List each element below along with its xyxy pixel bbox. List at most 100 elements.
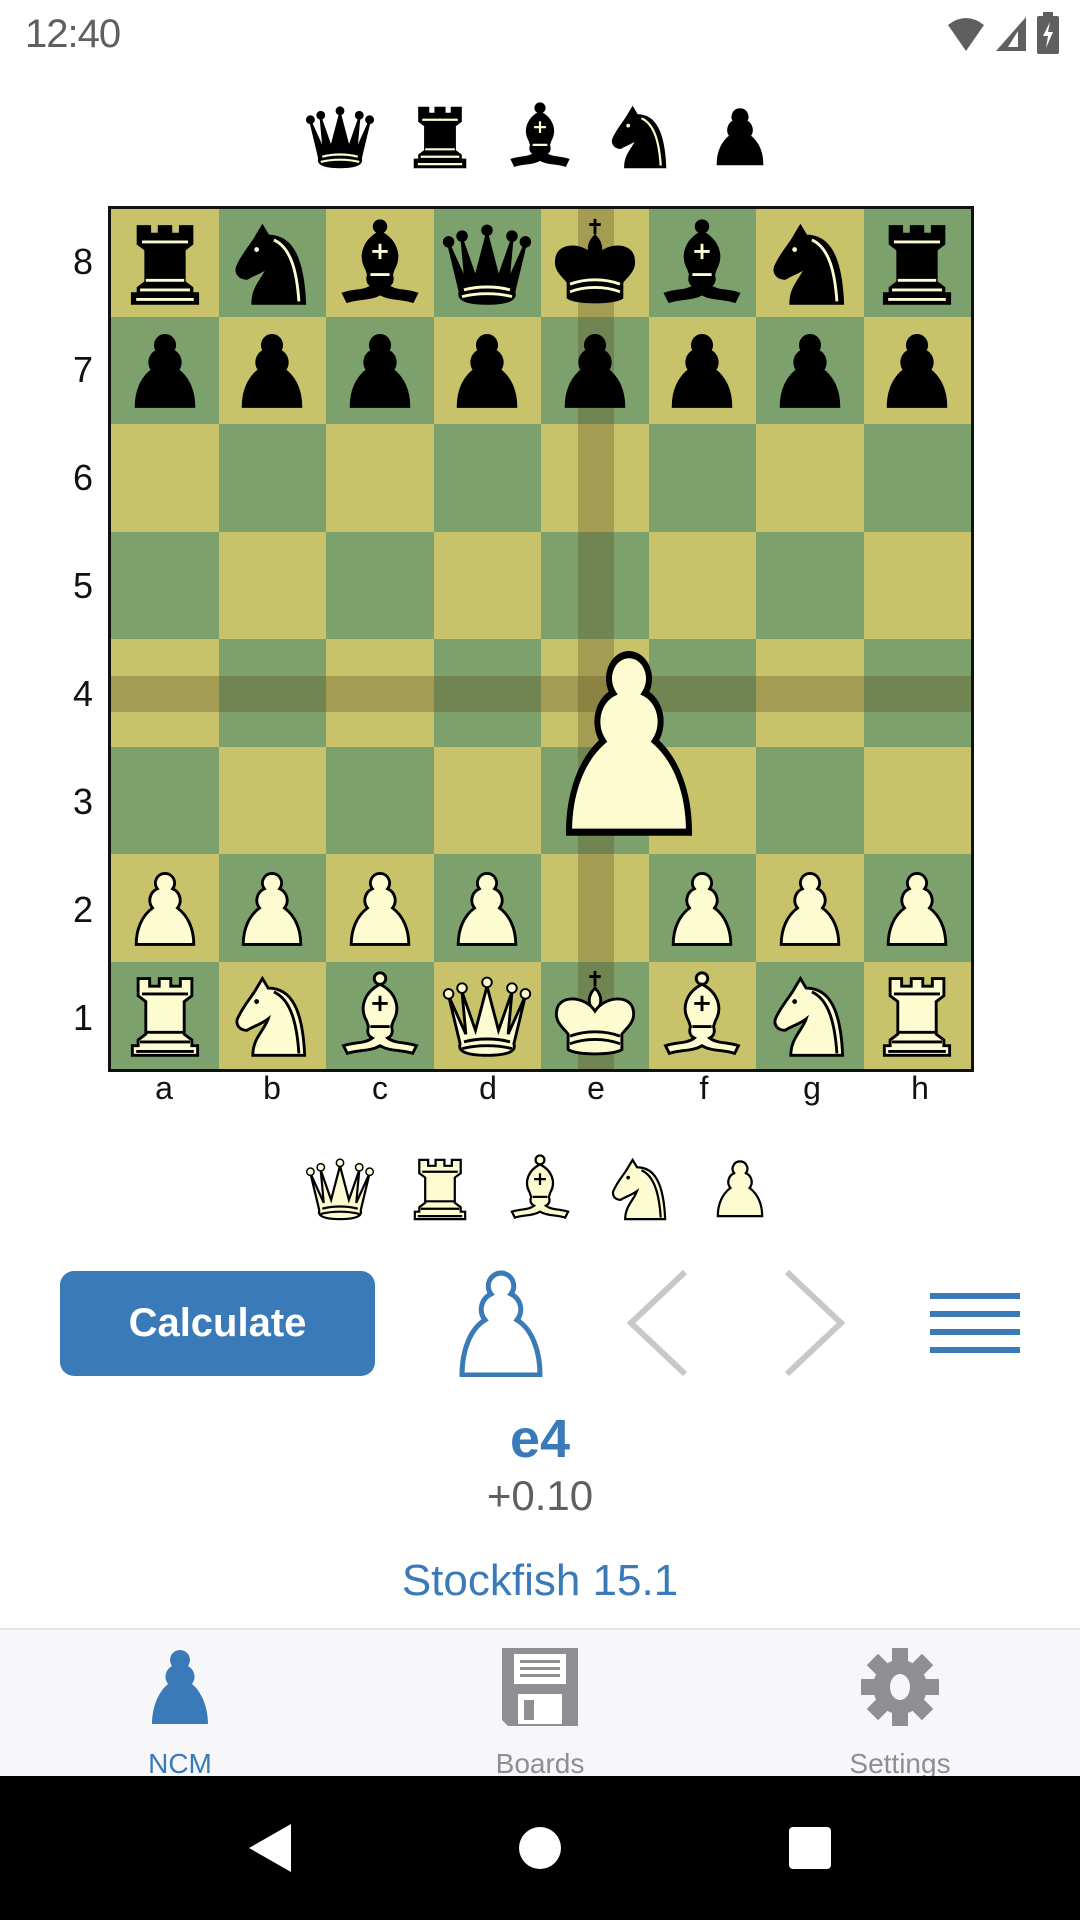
square-b7[interactable] <box>218 316 326 424</box>
square-h8[interactable] <box>863 209 971 317</box>
square-b6[interactable] <box>218 424 326 532</box>
next-move-button[interactable] <box>778 1269 850 1380</box>
square-f2[interactable] <box>648 854 756 962</box>
captured-white-bishop-icon[interactable] <box>503 1145 577 1225</box>
black-rook-icon[interactable] <box>117 215 213 311</box>
square-a2[interactable] <box>111 854 219 962</box>
square-c2[interactable] <box>326 854 434 962</box>
home-button[interactable] <box>512 1822 568 1878</box>
square-g2[interactable] <box>756 854 864 962</box>
square-a3[interactable] <box>111 746 219 854</box>
square-a8[interactable] <box>111 209 219 317</box>
black-pawn-icon[interactable] <box>117 322 213 418</box>
square-c3[interactable] <box>326 746 434 854</box>
captured-white-pawn-icon[interactable] <box>703 1145 777 1225</box>
white-pawn-icon[interactable] <box>224 860 320 956</box>
square-a6[interactable] <box>111 424 219 532</box>
back-button[interactable] <box>242 1822 298 1878</box>
square-g5[interactable] <box>756 531 864 639</box>
square-a5[interactable] <box>111 531 219 639</box>
black-pawn-icon[interactable] <box>762 322 858 418</box>
square-e1[interactable] <box>541 961 649 1069</box>
recents-button[interactable] <box>782 1822 838 1878</box>
square-d1[interactable] <box>433 961 541 1069</box>
square-b4[interactable] <box>218 639 326 747</box>
black-knight-icon[interactable] <box>224 215 320 311</box>
square-b3[interactable] <box>218 746 326 854</box>
nav-item-settings[interactable]: Settings <box>720 1630 1080 1779</box>
black-pawn-icon[interactable] <box>332 322 428 418</box>
square-h7[interactable] <box>863 316 971 424</box>
calculate-button[interactable]: Calculate <box>60 1271 375 1376</box>
dragged-white-pawn[interactable] <box>529 621 729 861</box>
square-d7[interactable] <box>433 316 541 424</box>
square-g1[interactable] <box>756 961 864 1069</box>
square-b5[interactable] <box>218 531 326 639</box>
square-f8[interactable] <box>648 209 756 317</box>
square-f7[interactable] <box>648 316 756 424</box>
captured-black-queen-icon[interactable] <box>303 93 377 173</box>
square-e2[interactable] <box>541 854 649 962</box>
menu-button[interactable] <box>930 1270 1020 1380</box>
white-bishop-icon[interactable] <box>654 967 750 1063</box>
square-d2[interactable] <box>433 854 541 962</box>
white-rook-icon[interactable] <box>117 967 213 1063</box>
black-pawn-icon[interactable] <box>654 322 750 418</box>
black-pawn-icon[interactable] <box>439 322 535 418</box>
white-pawn-icon[interactable] <box>439 860 535 956</box>
square-c6[interactable] <box>326 424 434 532</box>
black-pawn-icon[interactable] <box>547 322 643 418</box>
white-knight-icon[interactable] <box>224 967 320 1063</box>
nav-item-ncm[interactable]: NCM <box>0 1630 360 1779</box>
square-h5[interactable] <box>863 531 971 639</box>
nav-item-boards[interactable]: Boards <box>360 1630 720 1779</box>
square-g8[interactable] <box>756 209 864 317</box>
square-f1[interactable] <box>648 961 756 1069</box>
square-h3[interactable] <box>863 746 971 854</box>
engine-name[interactable]: Stockfish 15.1 <box>0 1556 1080 1606</box>
square-c8[interactable] <box>326 209 434 317</box>
black-pawn-icon[interactable] <box>224 322 320 418</box>
captured-black-pawn-icon[interactable] <box>703 93 777 173</box>
white-pawn-icon[interactable] <box>117 860 213 956</box>
previous-move-button[interactable] <box>622 1269 694 1380</box>
chess-board[interactable] <box>108 206 974 1072</box>
square-a1[interactable] <box>111 961 219 1069</box>
white-pawn-icon[interactable] <box>762 860 858 956</box>
square-g6[interactable] <box>756 424 864 532</box>
square-h6[interactable] <box>863 424 971 532</box>
side-to-move-button[interactable] <box>455 1269 547 1380</box>
white-rook-icon[interactable] <box>869 967 965 1063</box>
captured-white-queen-icon[interactable] <box>303 1145 377 1225</box>
square-c5[interactable] <box>326 531 434 639</box>
square-g3[interactable] <box>756 746 864 854</box>
white-queen-icon[interactable] <box>439 967 535 1063</box>
square-e6[interactable] <box>541 424 649 532</box>
square-b1[interactable] <box>218 961 326 1069</box>
white-bishop-icon[interactable] <box>332 967 428 1063</box>
square-b8[interactable] <box>218 209 326 317</box>
square-c4[interactable] <box>326 639 434 747</box>
white-pawn-icon[interactable] <box>869 860 965 956</box>
captured-white-rook-icon[interactable] <box>403 1145 477 1225</box>
black-bishop-icon[interactable] <box>332 215 428 311</box>
white-pawn-icon[interactable] <box>332 860 428 956</box>
black-queen-icon[interactable] <box>439 215 535 311</box>
square-h2[interactable] <box>863 854 971 962</box>
black-bishop-icon[interactable] <box>654 215 750 311</box>
captured-black-knight-icon[interactable] <box>603 93 677 173</box>
square-d8[interactable] <box>433 209 541 317</box>
square-d6[interactable] <box>433 424 541 532</box>
square-c1[interactable] <box>326 961 434 1069</box>
square-d5[interactable] <box>433 531 541 639</box>
captured-black-rook-icon[interactable] <box>403 93 477 173</box>
square-e8[interactable] <box>541 209 649 317</box>
square-a7[interactable] <box>111 316 219 424</box>
square-a4[interactable] <box>111 639 219 747</box>
square-d3[interactable] <box>433 746 541 854</box>
white-knight-icon[interactable] <box>762 967 858 1063</box>
black-knight-icon[interactable] <box>762 215 858 311</box>
square-f6[interactable] <box>648 424 756 532</box>
captured-black-bishop-icon[interactable] <box>503 93 577 173</box>
black-rook-icon[interactable] <box>869 215 965 311</box>
